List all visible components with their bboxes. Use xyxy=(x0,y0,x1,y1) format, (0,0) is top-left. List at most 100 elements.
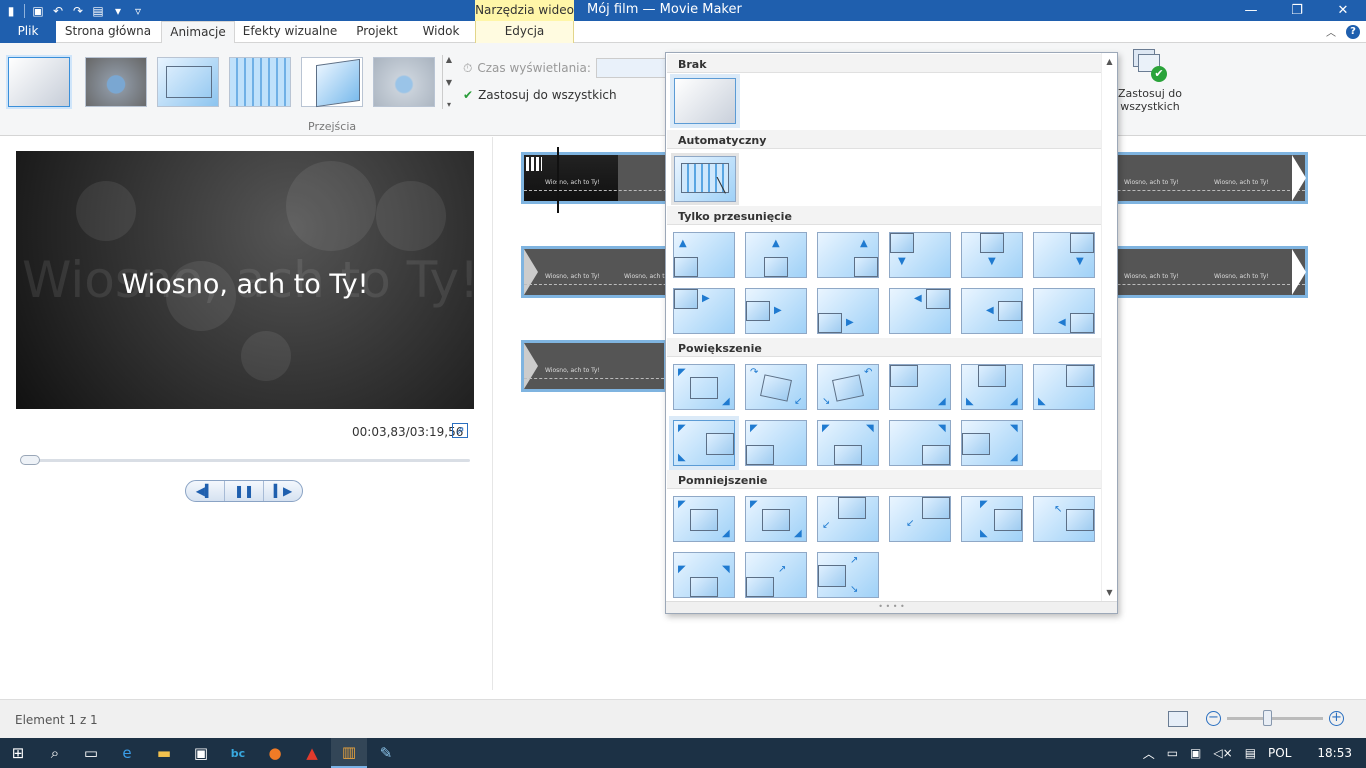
maximize-icon[interactable]: ❐ xyxy=(1274,0,1320,21)
apply-to-all-big-button[interactable]: ✔ Zastosuj do wszystkich xyxy=(1114,49,1186,113)
zoom-in-right[interactable]: ◤ ◣ xyxy=(673,420,735,466)
redo-icon[interactable]: ↷ xyxy=(71,4,85,18)
pan-down-left[interactable]: ▼ xyxy=(889,232,951,278)
pause-icon[interactable]: ❚❚ xyxy=(225,481,264,501)
zoom-in-top-left[interactable]: ◢ xyxy=(889,364,951,410)
seek-handle[interactable] xyxy=(20,455,40,465)
duration-input[interactable] xyxy=(595,58,668,78)
pan-up-left[interactable]: ▲ xyxy=(673,232,735,278)
bc-app-icon[interactable]: bc xyxy=(220,738,256,768)
chevron-down-icon[interactable]: ▾ xyxy=(111,4,125,18)
zoom-out-4[interactable]: ↙ xyxy=(889,496,951,542)
seek-bar[interactable] xyxy=(20,455,470,465)
clock[interactable]: 18:53 xyxy=(1317,746,1352,760)
zoom-in-bottom-left-2[interactable]: ◤ xyxy=(745,420,807,466)
close-icon[interactable]: ✕ xyxy=(1320,0,1366,21)
gallery-down-icon[interactable]: ▼ xyxy=(446,78,452,87)
transition-none-thumb[interactable] xyxy=(8,57,70,107)
battery-icon[interactable]: ▭ xyxy=(1167,746,1178,760)
zoom-in-rotate-right[interactable]: ↷ ↙ xyxy=(745,364,807,410)
zoom-slider[interactable] xyxy=(1227,710,1323,726)
transition-crossfade-thumb[interactable] xyxy=(85,57,147,107)
pan-right[interactable]: ▶ xyxy=(745,288,807,334)
zoom-in-bottom-right[interactable]: ◥ xyxy=(889,420,951,466)
pan-right-bottom[interactable]: ▶ xyxy=(817,288,879,334)
clip-row-3[interactable]: Wiosno, ach to Ty! xyxy=(521,340,667,392)
zoom-in-1[interactable]: ◤ ◢ xyxy=(673,364,735,410)
zoom-out-7[interactable]: ◤ ◥ xyxy=(673,552,735,598)
movie-maker-taskbar-icon[interactable]: ▥ xyxy=(331,738,367,768)
publish-icon[interactable]: ▤ xyxy=(91,4,105,18)
gallery-scrollbar[interactable]: ▲ ▼ ▾ xyxy=(442,55,455,109)
tab-visual-effects[interactable]: Efekty wizualne xyxy=(240,21,340,43)
paint-icon[interactable]: ✎ xyxy=(368,738,404,768)
zoom-slider-handle[interactable] xyxy=(1263,710,1272,726)
windows-start-icon[interactable]: ⊞ xyxy=(0,738,36,768)
pan-down-right[interactable]: ▼ xyxy=(1033,232,1095,278)
transition-page-thumb[interactable] xyxy=(301,57,363,108)
network-icon[interactable]: ▣ xyxy=(1190,746,1201,760)
next-frame-icon[interactable]: ▍▶ xyxy=(264,481,302,501)
zoom-in-bottom[interactable]: ◤ ◥ xyxy=(817,420,879,466)
edge-icon[interactable]: e xyxy=(109,738,145,768)
video-preview[interactable]: Wiosno, ach to Ty! Wiosno, ach to Ty! xyxy=(16,151,474,409)
firefox-icon[interactable]: ● xyxy=(257,738,293,768)
pan-left[interactable]: ◀ xyxy=(961,288,1023,334)
tab-project[interactable]: Projekt xyxy=(347,21,407,43)
zoom-out-2[interactable]: ◤ ◢ xyxy=(745,496,807,542)
scroll-down-icon[interactable]: ▼ xyxy=(1106,588,1112,597)
store-icon[interactable]: ▣ xyxy=(183,738,219,768)
zoom-out-icon[interactable]: − xyxy=(1206,711,1221,726)
pan-left-bottom[interactable]: ◀ xyxy=(1033,288,1095,334)
show-hidden-icons-icon[interactable]: ︿ xyxy=(1143,745,1155,762)
fullscreen-icon[interactable]: ⇗ xyxy=(452,423,468,438)
transition-dissolve-thumb[interactable] xyxy=(373,57,435,107)
tab-view[interactable]: Widok xyxy=(412,21,470,43)
transition-automatic[interactable]: ╲ xyxy=(674,156,736,202)
zoom-in-icon[interactable]: + xyxy=(1329,711,1344,726)
zoom-out-3[interactable]: ↙ xyxy=(817,496,879,542)
playhead[interactable] xyxy=(557,147,559,213)
previous-frame-icon[interactable]: ◀▍ xyxy=(186,481,225,501)
minimize-icon[interactable]: — xyxy=(1228,0,1274,21)
zoom-in-top-right[interactable]: ◣ xyxy=(1033,364,1095,410)
tab-file[interactable]: Plik xyxy=(0,21,56,43)
zoom-out-6[interactable]: ↖ xyxy=(1033,496,1095,542)
app-icon[interactable]: ▮ xyxy=(4,4,18,18)
zoom-out-9[interactable]: ↗ ↘ xyxy=(817,552,879,598)
zoom-out-8[interactable]: ↗ xyxy=(745,552,807,598)
gallery-more-icon[interactable]: ▾ xyxy=(447,100,451,109)
language-indicator[interactable]: POL xyxy=(1268,746,1291,760)
pan-up[interactable]: ▲ xyxy=(745,232,807,278)
pan-down[interactable]: ▼ xyxy=(961,232,1023,278)
transition-pixelate-thumb[interactable] xyxy=(229,57,291,107)
thumbnail-size-icon[interactable] xyxy=(1168,711,1188,727)
zoom-out-1[interactable]: ◤ ◢ xyxy=(673,496,735,542)
scroll-up-icon[interactable]: ▲ xyxy=(1106,57,1112,66)
help-icon[interactable]: ? xyxy=(1346,24,1360,39)
customize-qat-icon[interactable]: ▿ xyxy=(131,4,145,18)
zoom-in-top[interactable]: ◣ ◢ xyxy=(961,364,1023,410)
acrobat-icon[interactable]: ▲ xyxy=(294,738,330,768)
volume-mute-icon[interactable]: ◁× xyxy=(1213,746,1232,760)
task-view-icon[interactable]: ▭ xyxy=(73,738,109,768)
save-icon[interactable]: ▣ xyxy=(31,4,45,18)
tab-home[interactable]: Strona główna xyxy=(60,21,156,43)
gallery-dropdown-scrollbar[interactable]: ▲ ▼ xyxy=(1101,53,1117,601)
tab-edit[interactable]: Edycja xyxy=(475,21,574,43)
zoom-in-rotate-left[interactable]: ↶ ↘ xyxy=(817,364,879,410)
resize-grip[interactable]: • • • • xyxy=(666,601,1117,613)
zoom-out-5[interactable]: ◤ ◣ xyxy=(961,496,1023,542)
zoom-in-left[interactable]: ◥ ◢ xyxy=(961,420,1023,466)
action-center-icon[interactable]: ▤ xyxy=(1245,746,1256,760)
undo-icon[interactable]: ↶ xyxy=(51,4,65,18)
tab-animations[interactable]: Animacje xyxy=(161,21,235,44)
pan-right-top[interactable]: ▶ xyxy=(673,288,735,334)
transition-none[interactable] xyxy=(674,78,736,124)
apply-to-all-button[interactable]: ✔ Zastosuj do wszystkich xyxy=(463,88,617,102)
pan-up-right[interactable]: ▲ xyxy=(817,232,879,278)
pan-left-top[interactable]: ◀ xyxy=(889,288,951,334)
search-icon[interactable]: ⌕ xyxy=(37,738,73,768)
gallery-up-icon[interactable]: ▲ xyxy=(446,55,452,64)
transition-zoom-thumb[interactable] xyxy=(157,57,219,107)
